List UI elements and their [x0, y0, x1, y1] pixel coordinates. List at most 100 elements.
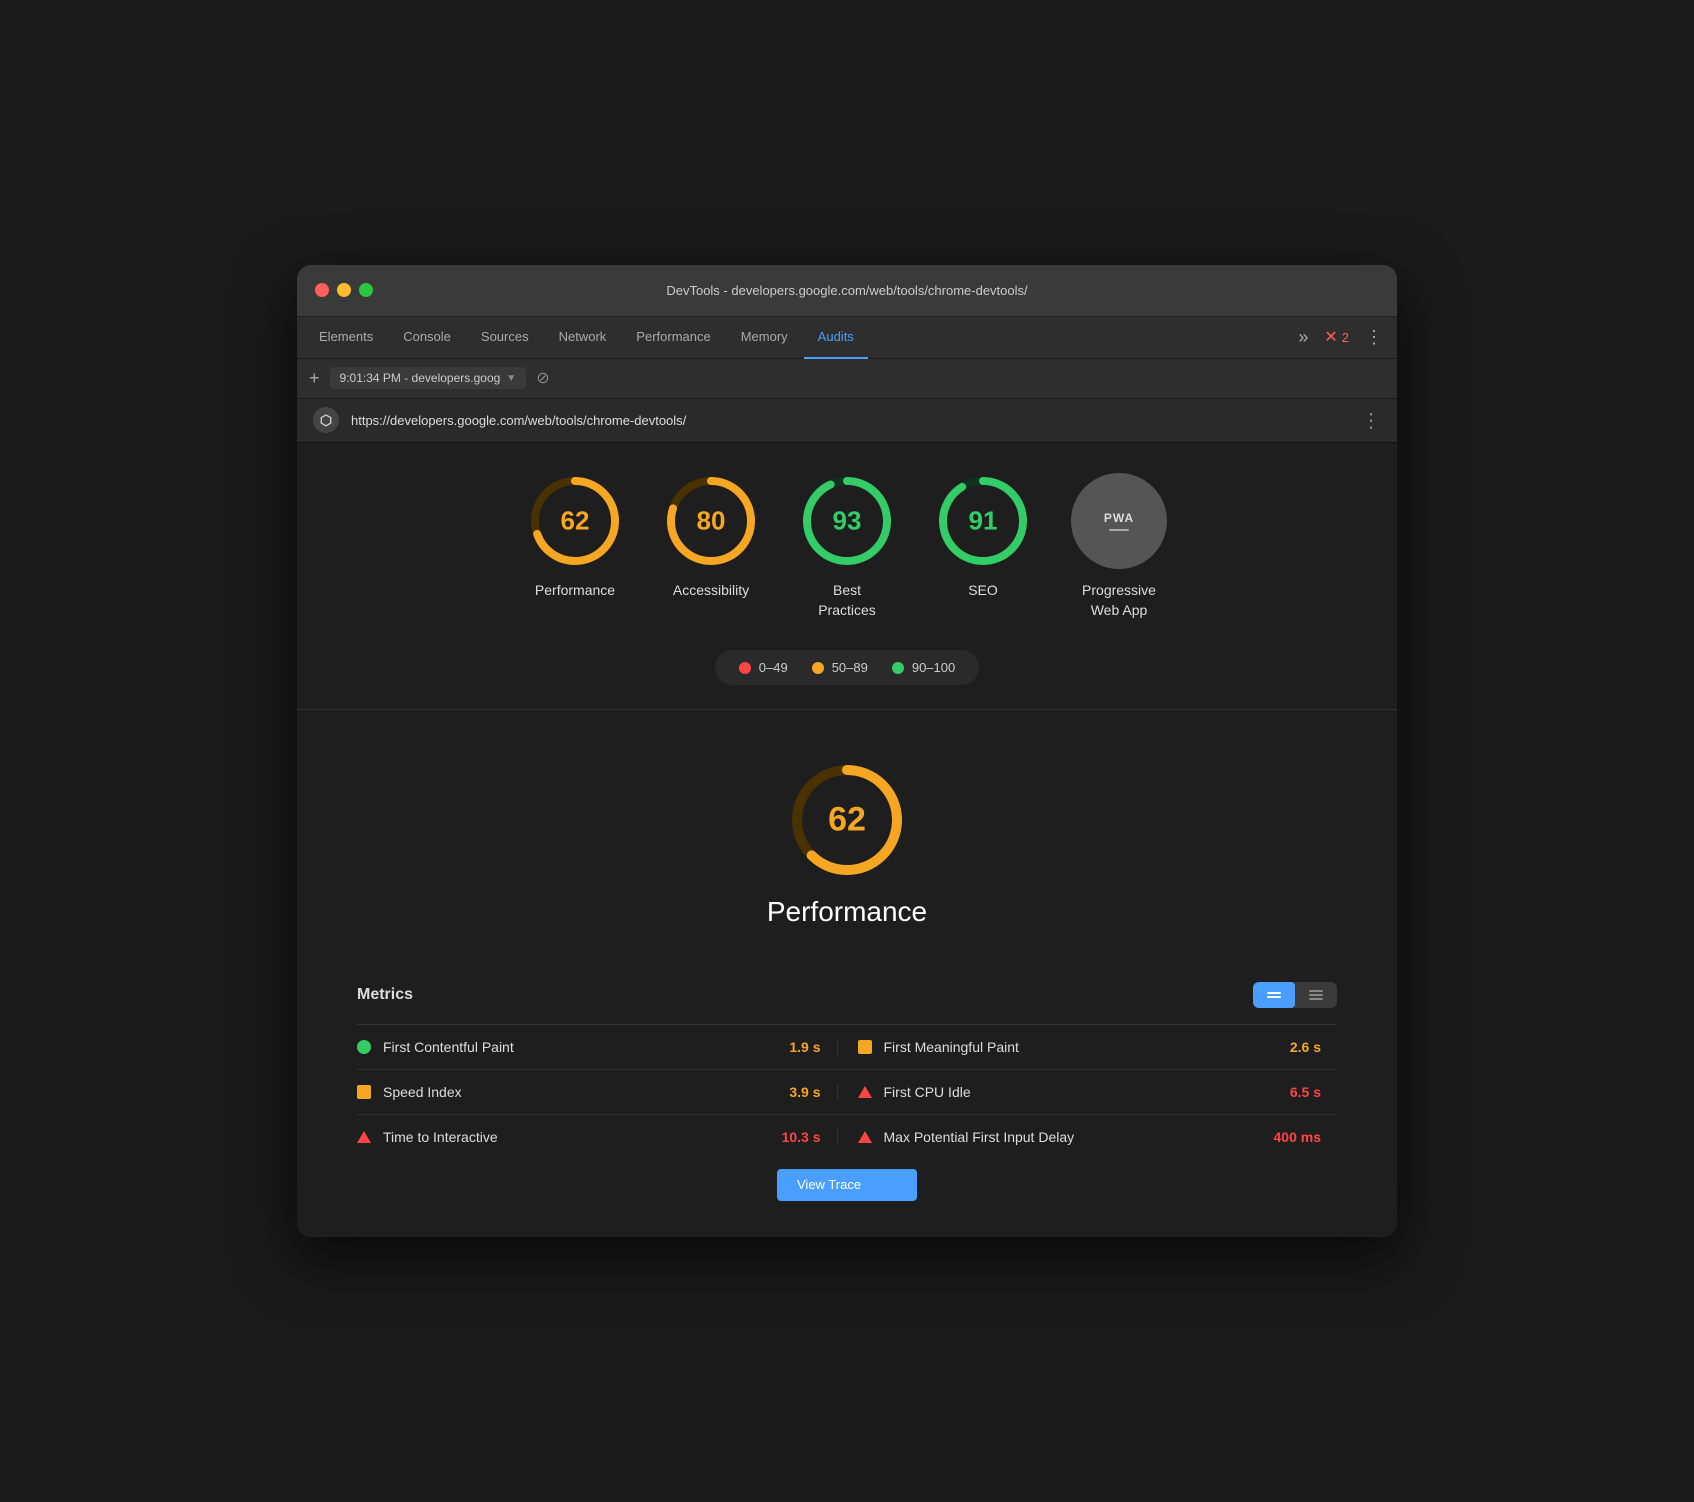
- maximize-button[interactable]: [359, 283, 373, 297]
- metric-icon-orange-square: [357, 1085, 371, 1099]
- metric-value: 400 ms: [1274, 1129, 1337, 1145]
- score-value-seo: 91: [969, 505, 998, 536]
- error-badge: ✕ 2: [1324, 327, 1349, 347]
- pwa-dash-icon: [1109, 529, 1129, 531]
- toggle-grid-button[interactable]: [1253, 982, 1295, 1008]
- legend-red-label: 0–49: [759, 660, 788, 675]
- tab-performance[interactable]: Performance: [622, 317, 724, 359]
- section-divider: [297, 709, 1397, 710]
- audits-panel: 62 Performance 80 Accessibility: [297, 443, 1397, 1237]
- gauge-seo: 91: [935, 473, 1031, 569]
- devtools-content: ⬡ https://developers.google.com/web/tool…: [297, 399, 1397, 1237]
- score-card-seo: 91 SEO: [935, 473, 1031, 620]
- error-count: 2: [1342, 330, 1349, 345]
- metric-speed-index: Speed Index 3.9 s: [357, 1084, 837, 1100]
- metric-value: 2.6 s: [1290, 1039, 1337, 1055]
- browser-window: DevTools - developers.google.com/web/too…: [297, 265, 1397, 1237]
- metric-name: First Contentful Paint: [383, 1039, 777, 1055]
- metric-icon-red-triangle: [858, 1086, 872, 1098]
- tab-bar: Elements Console Sources Network Perform…: [297, 317, 1397, 359]
- table-row: First Contentful Paint 1.9 s First Meani…: [357, 1024, 1337, 1069]
- legend-orange-label: 50–89: [832, 660, 868, 675]
- metric-first-cpu-idle: First CPU Idle 6.5 s: [837, 1084, 1338, 1100]
- tab-console[interactable]: Console: [389, 317, 465, 359]
- metric-icon-orange-square: [858, 1040, 872, 1054]
- scores-row: 62 Performance 80 Accessibility: [317, 473, 1377, 620]
- title-bar: DevTools - developers.google.com/web/too…: [297, 265, 1397, 317]
- metric-name: Time to Interactive: [383, 1129, 770, 1145]
- chevron-down-icon: ▼: [506, 373, 516, 384]
- traffic-lights: [315, 283, 373, 297]
- metric-value: 6.5 s: [1290, 1084, 1337, 1100]
- metric-value: 3.9 s: [789, 1084, 836, 1100]
- table-row: Speed Index 3.9 s First CPU Idle 6.5 s: [357, 1069, 1337, 1114]
- address-bar-row: + 9:01:34 PM - developers.goog ▼ ⊘: [297, 359, 1397, 399]
- legend-green: 90–100: [892, 660, 955, 675]
- pwa-label: PWA: [1104, 511, 1134, 525]
- tab-memory[interactable]: Memory: [727, 317, 802, 359]
- view-trace-button[interactable]: View Trace: [777, 1169, 917, 1201]
- partial-button-area: View Trace: [317, 1159, 1377, 1207]
- metric-first-contentful-paint: First Contentful Paint 1.9 s: [357, 1039, 837, 1055]
- score-label-seo: SEO: [968, 581, 998, 601]
- tab-timestamp: 9:01:34 PM - developers.goog: [340, 371, 501, 385]
- metric-name: Max Potential First Input Delay: [884, 1129, 1262, 1145]
- tab-network[interactable]: Network: [545, 317, 621, 359]
- toggle-list-button[interactable]: [1295, 982, 1337, 1008]
- gauge-performance: 62: [527, 473, 623, 569]
- score-label-performance: Performance: [535, 581, 615, 601]
- window-title: DevTools - developers.google.com/web/too…: [666, 283, 1027, 298]
- page-menu-button[interactable]: ⋮: [1361, 408, 1381, 433]
- score-card-accessibility: 80 Accessibility: [663, 473, 759, 620]
- score-value-accessibility: 80: [697, 505, 726, 536]
- score-label-best-practices: BestPractices: [818, 581, 876, 620]
- address-chip[interactable]: 9:01:34 PM - developers.goog ▼: [330, 367, 527, 389]
- legend-orange-dot: [812, 662, 824, 674]
- tab-sources[interactable]: Sources: [467, 317, 543, 359]
- score-value-best-practices: 93: [833, 505, 862, 536]
- legend-orange: 50–89: [812, 660, 868, 675]
- close-button[interactable]: [315, 283, 329, 297]
- site-icon: ⬡: [313, 407, 339, 433]
- metric-name: First CPU Idle: [884, 1084, 1278, 1100]
- stop-icon[interactable]: ⊘: [536, 368, 549, 388]
- legend-green-label: 90–100: [912, 660, 955, 675]
- legend-pill: 0–49 50–89 90–100: [715, 650, 979, 685]
- metric-value: 10.3 s: [782, 1129, 837, 1145]
- table-row: Time to Interactive 10.3 s Max Potential…: [357, 1114, 1337, 1159]
- metric-time-to-interactive: Time to Interactive 10.3 s: [357, 1129, 837, 1145]
- metrics-section: Metrics: [317, 982, 1377, 1159]
- performance-title: Performance: [767, 896, 927, 928]
- metrics-title: Metrics: [357, 986, 413, 1004]
- metric-first-meaningful-paint: First Meaningful Paint 2.6 s: [837, 1039, 1338, 1055]
- metrics-header: Metrics: [357, 982, 1337, 1008]
- main-performance-gauge: 62: [787, 760, 907, 880]
- metrics-table: First Contentful Paint 1.9 s First Meani…: [357, 1024, 1337, 1159]
- score-card-pwa: PWA ProgressiveWeb App: [1071, 473, 1167, 620]
- legend-red: 0–49: [739, 660, 788, 675]
- metric-max-potential-fid: Max Potential First Input Delay 400 ms: [837, 1129, 1338, 1145]
- score-label-accessibility: Accessibility: [673, 581, 749, 601]
- legend-green-dot: [892, 662, 904, 674]
- metric-icon-red-triangle: [858, 1131, 872, 1143]
- devtools-url-bar: ⬡ https://developers.google.com/web/tool…: [297, 399, 1397, 443]
- score-value-performance: 62: [561, 505, 590, 536]
- list-icon: [1309, 990, 1323, 1000]
- metric-icon-red-triangle: [357, 1131, 371, 1143]
- legend-red-dot: [739, 662, 751, 674]
- gauge-best-practices: 93: [799, 473, 895, 569]
- tab-audits[interactable]: Audits: [804, 317, 868, 359]
- tab-elements[interactable]: Elements: [305, 317, 387, 359]
- new-tab-button[interactable]: +: [309, 368, 320, 389]
- score-card-performance: 62 Performance: [527, 473, 623, 620]
- pwa-card: PWA: [1071, 473, 1167, 569]
- page-url: https://developers.google.com/web/tools/…: [351, 413, 1349, 428]
- score-label-pwa: ProgressiveWeb App: [1082, 581, 1156, 620]
- metric-value: 1.9 s: [789, 1039, 836, 1055]
- more-tabs-button[interactable]: »: [1292, 327, 1314, 348]
- devtools-menu-button[interactable]: ⋮: [1359, 327, 1389, 348]
- metric-name: First Meaningful Paint: [884, 1039, 1278, 1055]
- minimize-button[interactable]: [337, 283, 351, 297]
- tab-extras: » ✕ 2 ⋮: [1292, 317, 1389, 358]
- metrics-toggle: [1253, 982, 1337, 1008]
